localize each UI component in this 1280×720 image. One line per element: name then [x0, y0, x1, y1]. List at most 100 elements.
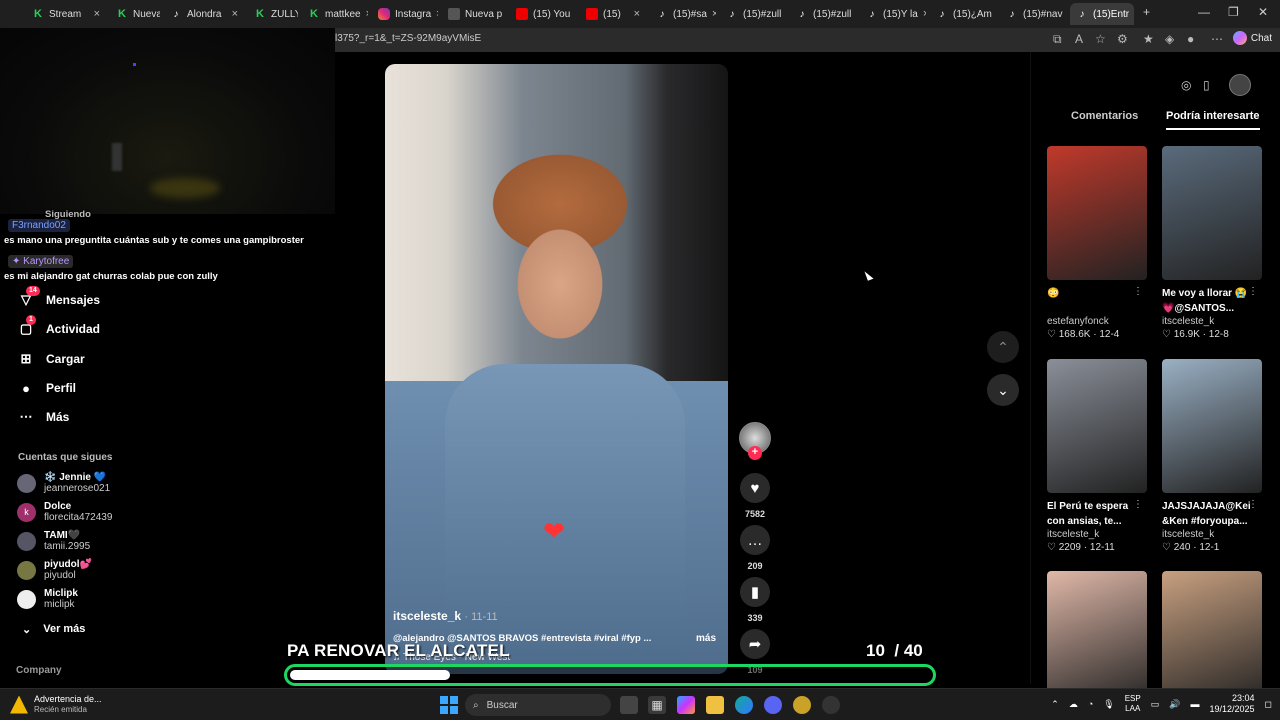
next-video-button[interactable]: ⌄	[987, 374, 1019, 406]
sidebar-item[interactable]: ▽ 14 Mensajes	[18, 286, 100, 308]
discord-icon[interactable]	[764, 696, 782, 714]
close-tab-icon[interactable]: ×	[923, 8, 926, 20]
url-text[interactable]: l375?_r=1&_t=ZS-92M9ayVMisE	[335, 33, 481, 44]
restore-icon[interactable]: ❐	[1228, 5, 1239, 19]
browser-tab[interactable]: Nueva p×	[442, 3, 506, 25]
browser-tab[interactable]: Instagra ×	[372, 3, 438, 25]
video-author[interactable]: itsceleste_k · 11-11	[393, 609, 498, 623]
company-link[interactable]: Company	[16, 665, 62, 676]
onedrive-icon[interactable]: ☁	[1069, 699, 1078, 710]
browser-tab[interactable]: ♪ Alondra ×	[164, 3, 244, 25]
browser-tab[interactable]: ♪(15)¿Am×	[930, 3, 996, 25]
browser-tab[interactable]: ♪ (15)Y la ×	[860, 3, 927, 25]
close-tab-icon[interactable]: ×	[232, 8, 238, 20]
more-options-icon[interactable]: ⋮	[1248, 499, 1258, 510]
close-tab-icon[interactable]: ×	[634, 8, 640, 20]
suggested-video[interactable]: El Perú te espera con ansias, te... ⋮ itsc…	[1047, 359, 1147, 553]
follow-plus-button[interactable]: +	[748, 446, 762, 460]
suggested-video[interactable]	[1047, 571, 1147, 705]
save-button[interactable]: ▮ 339	[738, 577, 772, 623]
open-app-icon[interactable]: ⧉	[1053, 32, 1062, 47]
suggested-video[interactable]: JAJSJAJAJA@Kei &Ken #foryoupa... ⋮ itscele…	[1162, 359, 1262, 553]
obs-icon[interactable]	[822, 696, 840, 714]
browser-tab[interactable]: (15) ×	[580, 3, 646, 25]
close-tab-icon[interactable]: ×	[436, 8, 438, 20]
user-avatar[interactable]	[1229, 74, 1251, 96]
followed-account[interactable]: k Dolce florecita472439	[17, 501, 112, 523]
browser-tab[interactable]: KNueva p×	[110, 3, 160, 25]
battery-icon[interactable]: ▬	[1190, 699, 1199, 709]
new-tab-icon[interactable]: +	[1143, 5, 1150, 19]
app-icon[interactable]	[793, 696, 811, 714]
task-view-icon[interactable]	[620, 696, 638, 714]
browser-tab[interactable]: Kmattkee ×	[302, 3, 368, 25]
browser-tab[interactable]: ♪(15)#zull×	[720, 3, 786, 25]
minimize-icon[interactable]: —	[1198, 5, 1210, 19]
sidebar-item[interactable]: ● Perfil	[18, 380, 76, 396]
caption-more-button[interactable]: más	[696, 633, 716, 644]
browser-tab[interactable]: ♪(15)#zull×	[790, 3, 856, 25]
notifications-bell-icon[interactable]: ◻	[1265, 699, 1272, 710]
favorites-icon[interactable]: ★	[1143, 32, 1154, 46]
tab-comments[interactable]: Comentarios	[1071, 110, 1138, 122]
sidebar-item[interactable]: ▢ 1 Actividad	[18, 315, 100, 337]
close-tab-icon[interactable]: ×	[366, 8, 368, 20]
copilot-app-icon[interactable]	[677, 696, 695, 714]
notification-widget[interactable]: Advertencia de... Recién emitida	[10, 694, 102, 715]
sidebar-item[interactable]: ⊞ Cargar	[18, 351, 85, 367]
suggested-video[interactable]	[1162, 571, 1262, 705]
like-button[interactable]: ♥ 7582	[738, 473, 772, 519]
shield-icon[interactable]: ◈	[1165, 32, 1174, 46]
address-bar[interactable]: l375?_r=1&_t=ZS-92M9ayVMisE ⧉ A ☆ ⚙ ★ ◈ …	[335, 28, 1280, 52]
compass-icon[interactable]: ◎	[1181, 78, 1191, 92]
comment-button[interactable]: … 209	[738, 525, 772, 571]
followed-account[interactable]: TAMI🖤 tamii.2995	[17, 530, 90, 552]
taskbar-search[interactable]: ⌕ Buscar	[465, 694, 611, 716]
store-icon[interactable]: ▦	[648, 696, 666, 714]
translate-icon[interactable]: A	[1075, 32, 1083, 46]
video-thumbnail[interactable]	[1162, 146, 1262, 280]
menu-dots-icon[interactable]: ⋯	[1211, 32, 1223, 46]
video-thumbnail[interactable]	[1047, 146, 1147, 280]
browser-tab[interactable]: ♪(15)#nav×	[1000, 3, 1066, 25]
display-icon[interactable]: ▭	[1151, 699, 1160, 710]
windows-start-icon[interactable]	[440, 696, 458, 714]
followed-account[interactable]: Miclipk miclipk	[17, 588, 78, 610]
volume-icon[interactable]: 🔊	[1169, 699, 1180, 710]
close-window-icon[interactable]: ✕	[1258, 5, 1268, 19]
video-thumbnail[interactable]	[1162, 359, 1262, 493]
browser-tab[interactable]: ♪ (15)#sa ×	[650, 3, 717, 25]
suggested-video[interactable]: 😳 ⋮ estefanyfonck ♡ 168.6K · 12-4	[1047, 146, 1147, 340]
phone-icon[interactable]: ▯	[1203, 78, 1210, 92]
close-tab-icon[interactable]: ×	[712, 8, 716, 20]
video-thumbnail[interactable]	[1162, 571, 1262, 705]
bookmark-star-icon[interactable]: ☆	[1095, 32, 1106, 46]
extensions-icon[interactable]: ⚙	[1117, 32, 1128, 46]
suggested-video[interactable]: Me voy a llorar 😭 💗@SANTOS... ⋮ itsceleste…	[1162, 146, 1262, 340]
edge-icon[interactable]	[735, 696, 753, 714]
browser-tab[interactable]: (15) You ×	[510, 3, 576, 25]
followed-account[interactable]: piyudol💕 piyudol	[17, 559, 92, 581]
browser-tab[interactable]: ♪(15)Entr×	[1070, 3, 1134, 25]
more-options-icon[interactable]: ⋮	[1133, 499, 1143, 510]
video-thumbnail[interactable]	[1047, 571, 1147, 705]
browser-tab[interactable]: K Stream ×	[26, 3, 106, 25]
network-icon[interactable]: ◔	[1088, 699, 1093, 709]
browser-tab[interactable]: KZULLYY_×	[248, 3, 298, 25]
close-tab-icon[interactable]: ×	[575, 8, 576, 20]
video-player[interactable]: ❤ itsceleste_k · 11-11 @alejandro @SANTO…	[385, 64, 728, 674]
tray-chevron-icon[interactable]: ⌃	[1051, 699, 1059, 710]
previous-video-button[interactable]: ⌃	[987, 331, 1019, 363]
more-options-icon[interactable]: ⋮	[1133, 286, 1143, 297]
see-more-button[interactable]: ⌄ Ver más	[22, 623, 85, 636]
close-tab-icon[interactable]: ×	[94, 8, 100, 20]
video-thumbnail[interactable]	[1047, 359, 1147, 493]
mic-icon[interactable]: 🎙	[1103, 699, 1114, 710]
language-indicator[interactable]: ESP LAA	[1125, 694, 1141, 714]
tab-suggested[interactable]: Podría interesarte	[1166, 110, 1260, 130]
more-options-icon[interactable]: ⋮	[1248, 286, 1258, 297]
file-explorer-icon[interactable]	[706, 696, 724, 714]
profile-avatar-icon[interactable]: ●	[1187, 32, 1194, 46]
clock[interactable]: 23:04 19/12/2025	[1209, 693, 1254, 715]
system-tray[interactable]: ⌃ ☁ ◔ 🎙 ESP LAA ▭ 🔊 ▬ 23:04 19/12/2025 ◻	[1051, 693, 1272, 715]
